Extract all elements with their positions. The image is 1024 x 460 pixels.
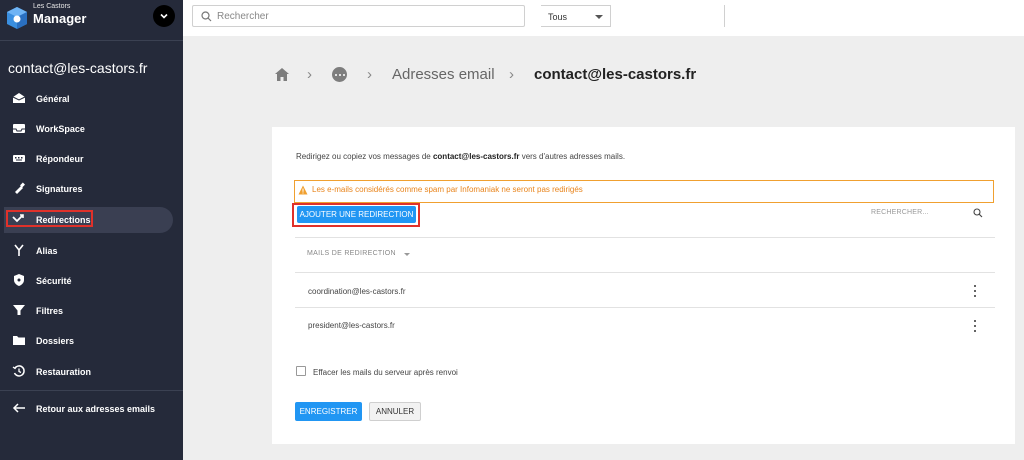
divider xyxy=(295,237,995,238)
back-to-addresses-link[interactable]: Retour aux adresses emails xyxy=(0,396,183,422)
cancel-button[interactable]: ANNULER xyxy=(369,402,421,421)
sidebar-divider xyxy=(0,40,183,41)
sidebar-item-restauration[interactable]: Restauration xyxy=(0,359,183,385)
redirection-email: coordination@les-castors.fr xyxy=(308,287,406,296)
redirection-email: president@les-castors.fr xyxy=(308,321,395,330)
redirection-search-input[interactable]: RECHERCHER... xyxy=(871,209,929,216)
brand-subtitle: Les Castors xyxy=(33,3,71,10)
caret-down-icon xyxy=(595,15,603,19)
back-link-label: Retour aux adresses emails xyxy=(36,404,156,414)
spam-warning-banner: Les e-mails considérés comme spam par In… xyxy=(294,180,994,203)
envelope-open-icon xyxy=(12,93,26,103)
sidebar-item-filtres[interactable]: Filtres xyxy=(0,298,183,324)
topbar-separator xyxy=(724,5,725,27)
sidebar-item-alias[interactable]: Alias xyxy=(0,238,183,264)
delete-after-forward-label[interactable]: Effacer les mails du serveur après renvo… xyxy=(313,368,458,377)
column-header-redirections[interactable]: MAILS DE REDIRECTION xyxy=(307,250,396,257)
keyboard-icon xyxy=(13,155,25,162)
warning-triangle-icon xyxy=(298,185,308,195)
inbox-icon xyxy=(13,124,25,133)
page-title: contact@les-castors.fr xyxy=(534,66,697,83)
sidebar-item-general[interactable]: Général xyxy=(0,86,183,112)
warning-text: Les e-mails considérés comme spam par In… xyxy=(312,185,583,194)
row-menu-icon[interactable] xyxy=(972,285,978,297)
more-horizontal-icon[interactable] xyxy=(332,67,347,82)
brand[interactable]: Les Castors Manager xyxy=(0,0,183,36)
sidebar-item-repondeur[interactable]: Répondeur xyxy=(0,146,183,172)
intro-prefix: Redirigez ou copiez vos messages de xyxy=(296,152,433,161)
sidebar-item-workspace[interactable]: WorkSpace xyxy=(0,116,183,142)
search-input[interactable] xyxy=(217,9,517,24)
sidebar-item-label: Signatures xyxy=(36,184,83,194)
cube-logo-icon xyxy=(7,7,27,29)
sidebar-item-label: Filtres xyxy=(36,306,64,316)
arrow-left-icon xyxy=(12,403,25,413)
breadcrumb-chevron-icon: › xyxy=(307,66,312,83)
sidebar-item-label: Répondeur xyxy=(36,154,84,164)
row-menu-icon[interactable] xyxy=(972,320,978,332)
sidebar-item-label: WorkSpace xyxy=(36,124,85,134)
breadcrumb-chevron-icon: › xyxy=(509,66,514,83)
divider xyxy=(295,272,995,273)
divider xyxy=(295,307,995,308)
breadcrumb-chevron-icon: › xyxy=(367,66,372,83)
sidebar-item-label: Dossiers xyxy=(36,336,75,346)
shield-icon xyxy=(14,274,24,286)
search-icon[interactable] xyxy=(973,208,983,218)
sidebar-item-label: Alias xyxy=(36,246,58,256)
home-icon[interactable] xyxy=(274,67,290,82)
sidebar-item-label: Restauration xyxy=(36,367,92,377)
add-button-highlight xyxy=(292,203,420,227)
intro-address: contact@les-castors.fr xyxy=(432,152,520,161)
chevron-down-icon xyxy=(160,13,168,19)
intro-text: Redirigez ou copiez vos messages de cont… xyxy=(296,152,625,161)
active-item-highlight xyxy=(6,210,93,227)
top-bar: Tous xyxy=(183,0,1024,36)
delete-after-forward-checkbox[interactable] xyxy=(296,366,306,376)
funnel-icon xyxy=(13,305,25,315)
sidebar-divider xyxy=(0,390,183,391)
search-field[interactable] xyxy=(192,5,525,27)
search-icon xyxy=(201,11,212,22)
search-scope-value: Tous xyxy=(548,12,568,22)
sidebar-item-label: Sécurité xyxy=(36,276,72,286)
sidebar-item-signatures[interactable]: Signatures xyxy=(0,176,183,202)
save-button[interactable]: ENREGISTRER xyxy=(295,402,362,421)
sidebar-item-label: Général xyxy=(36,94,70,104)
brand-title: Manager xyxy=(33,11,87,26)
intro-suffix: vers d'autres adresses mails. xyxy=(519,152,626,161)
search-scope-select[interactable]: Tous xyxy=(541,5,611,27)
redirections-card: Redirigez ou copiez vos messages de cont… xyxy=(272,127,1015,444)
account-email: contact@les-castors.fr xyxy=(8,60,148,76)
sidebar-item-dossiers[interactable]: Dossiers xyxy=(0,328,183,354)
breadcrumb-section-link[interactable]: Adresses email xyxy=(392,66,495,83)
fork-icon xyxy=(14,244,24,256)
folder-icon xyxy=(13,336,25,345)
sidebar-item-securite[interactable]: Sécurité xyxy=(0,268,183,294)
sort-caret-icon[interactable] xyxy=(404,253,410,256)
history-icon xyxy=(12,365,25,377)
pen-nib-icon xyxy=(15,182,25,194)
sidebar: Les Castors Manager contact@les-castors.… xyxy=(0,0,183,460)
brand-menu-toggle[interactable] xyxy=(153,5,175,27)
